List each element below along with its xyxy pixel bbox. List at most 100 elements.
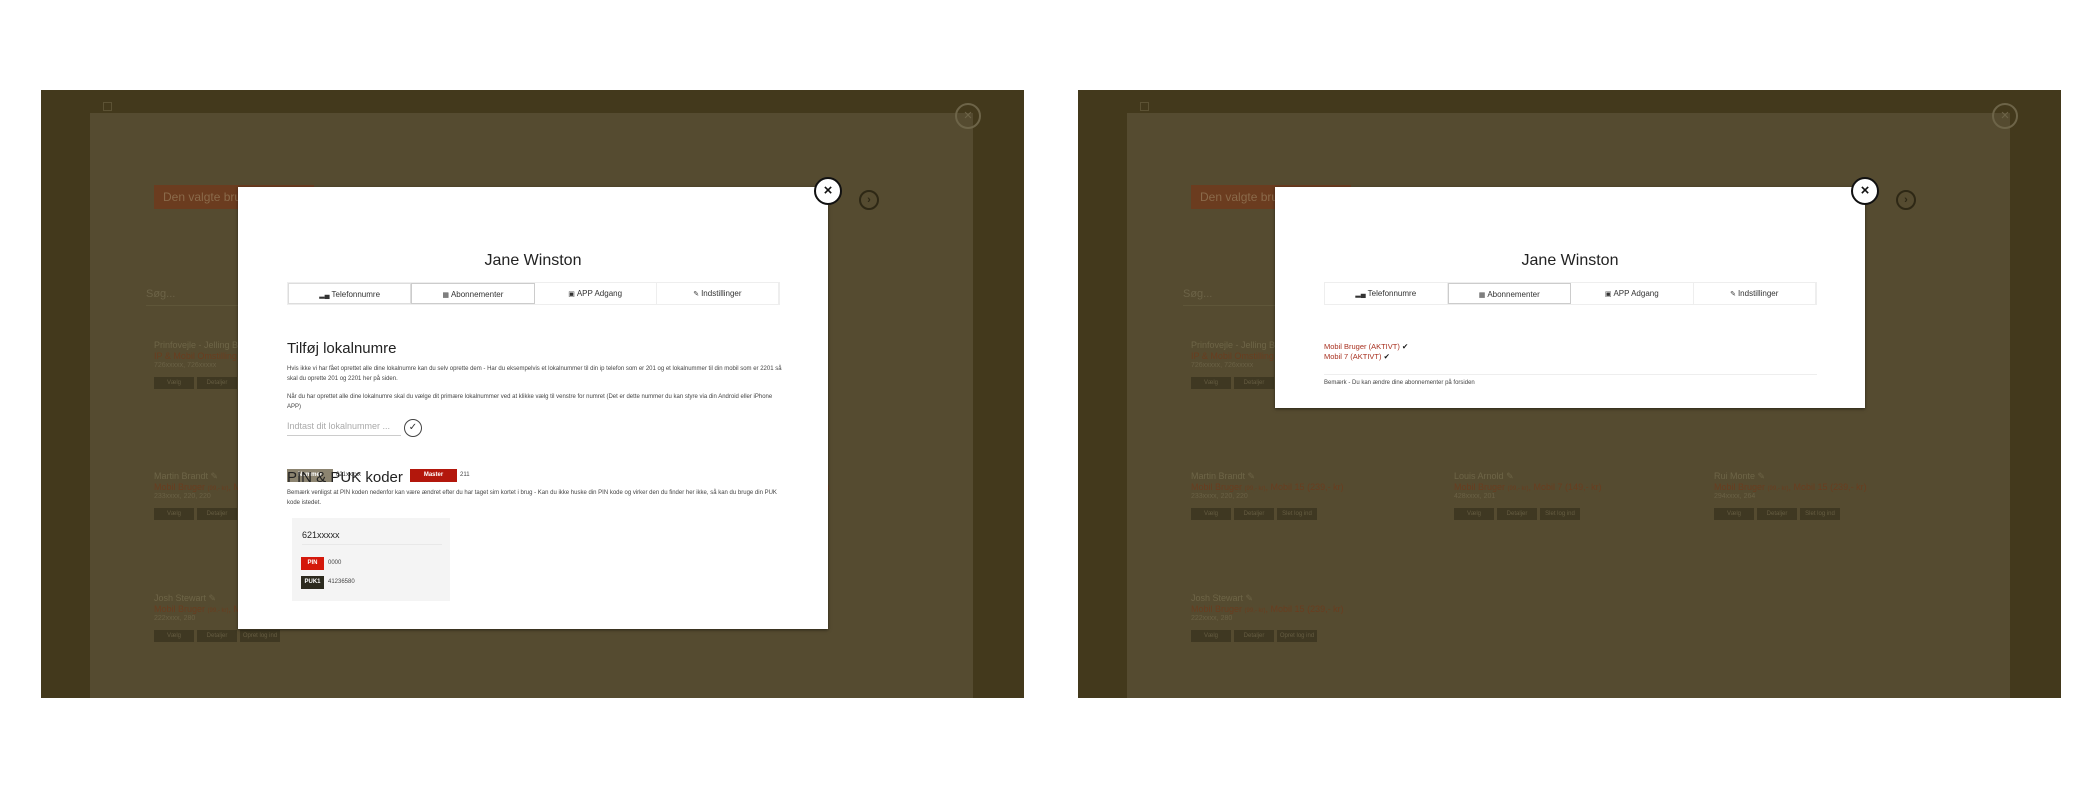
tab-label: APP Adgang [1613, 289, 1659, 298]
tab-telefonnumre[interactable]: ▂▄ Telefonnumre [1325, 283, 1448, 304]
subscription-name: Mobil Bruger [1714, 482, 1766, 492]
qr-icon: ▣ [1604, 291, 1612, 298]
subscription-item: Mobil Bruger (AKTIVT) ✔ [1324, 342, 1408, 352]
card-button[interactable]: Detaljer [1234, 630, 1274, 642]
menu-icon [103, 102, 112, 111]
user-card: Martin Brandt ✎ Mobil Bruger (99,- kr), … [1191, 471, 1431, 520]
page-close-button[interactable]: × [955, 103, 981, 129]
tab-abonnementer[interactable]: ▦ Abonnementer [411, 283, 535, 304]
check-icon: ✔ [1401, 342, 1409, 351]
subscriptions-note: Bemærk - Du kan ændre dine abonnementer … [1324, 380, 1475, 386]
card-button[interactable]: Vælg [1191, 630, 1231, 642]
card-button[interactable]: Detaljer [1234, 508, 1274, 520]
tab-telefonnumre[interactable]: ▂▄ Telefonnumre [288, 283, 412, 304]
card-button[interactable]: Vælg [1714, 508, 1754, 520]
next-arrow-icon[interactable]: › [1896, 190, 1916, 210]
tab-bar: ▂▄ Telefonnumre ▦ Abonnementer ▣ APP Adgang… [1324, 282, 1817, 305]
add-extension-text-1: Hvis ikke vi har fået oprettet alle dine… [287, 366, 782, 382]
master-badge[interactable]: Master [410, 469, 457, 482]
pin-badge: PIN [301, 557, 324, 570]
edit-icon[interactable]: ✎ [1506, 471, 1514, 481]
subscription-label: Mobil Bruger (AKTIVT) [1324, 342, 1400, 351]
confirm-check-icon[interactable]: ✓ [404, 419, 422, 437]
user-card: Rui Monte ✎ Mobil Bruger (99,- kr), Mobi… [1714, 471, 1954, 520]
card-button[interactable]: Detaljer [197, 377, 237, 389]
card-button[interactable]: Detaljer [1757, 508, 1797, 520]
card-button[interactable]: Slet log ind [1277, 508, 1317, 520]
sim-number: 621xxxxx [302, 530, 442, 545]
card-button[interactable]: Slet log ind [1800, 508, 1840, 520]
subscription-name: IP & Mobil Omstilling [154, 351, 237, 361]
card-button[interactable]: Vælg [154, 377, 194, 389]
card-button[interactable]: Vælg [154, 630, 194, 642]
subscription-extra: , Mobil 15 (239,- kr) [1265, 482, 1344, 492]
edit-icon[interactable]: ✎ [1758, 471, 1766, 481]
card-button[interactable]: Detaljer [1497, 508, 1537, 520]
user-numbers: 428xxxx, 201 [1454, 493, 1496, 500]
user-modal-subscriptions: × Jane Winston ▂▄ Telefonnumre ▦ Abonnemen… [1275, 177, 1879, 408]
tab-indstillinger[interactable]: ✎ Indstillinger [1694, 283, 1816, 304]
close-icon[interactable]: × [1851, 177, 1879, 205]
wrench-icon: ✎ [693, 291, 700, 298]
card-button[interactable]: Vælg [1191, 508, 1231, 520]
subscription-name: Mobil Bruger [1454, 482, 1506, 492]
edit-icon[interactable]: ✎ [1248, 471, 1256, 481]
next-arrow-icon[interactable]: › [859, 190, 879, 210]
user-name: Louis Arnold ✎ [1454, 471, 1694, 482]
user-subscriptions: Mobil Bruger (99,- kr), Mobil 15 (239,- … [1191, 604, 1431, 615]
user-subscriptions: Mobil Bruger (99,- kr), Mobil 15 (239,- … [1714, 482, 1954, 493]
tab-indstillinger[interactable]: ✎ Indstillinger [657, 283, 779, 304]
wrench-icon: ✎ [1730, 291, 1736, 298]
card-button[interactable]: Detaljer [197, 508, 237, 520]
page-close-button[interactable]: × [1992, 103, 2018, 129]
card-button[interactable]: Opret log ind [240, 630, 280, 642]
calendar-icon: ▦ [442, 292, 449, 299]
subscription-name: Mobil Bruger [1191, 604, 1243, 614]
modal-title: Jane Winston [1521, 252, 1619, 269]
user-name-text: Josh Stewart [154, 593, 207, 603]
subscription-extra: , Mobil 7 (149,- kr) [1528, 482, 1602, 492]
card-button[interactable]: Vælg [1191, 377, 1231, 389]
subscription-extra: , Mobil 15 (239,- kr) [1788, 482, 1867, 492]
user-name: Martin Brandt ✎ [1191, 471, 1431, 482]
subscription-name: Mobil Bruger [1191, 482, 1243, 492]
user-numbers: 294xxxx, 264 [1714, 493, 1756, 500]
subscription-label: Mobil 7 (AKTIVT) [1324, 352, 1382, 361]
user-name-text: Josh Stewart [1191, 593, 1244, 603]
tab-abonnementer[interactable]: ▦ Abonnementer [1447, 283, 1571, 304]
subscription-price: (99,- kr) [207, 486, 229, 492]
subscription-extra: , Mobil 15 (239,- kr) [1265, 604, 1344, 614]
user-name-text: Martin Brandt [1191, 471, 1246, 481]
card-button[interactable]: Slet log ind [1540, 508, 1580, 520]
user-name: Josh Stewart ✎ [1191, 593, 1431, 604]
user-subscriptions: Mobil Bruger (99,- kr), Mobil 15 (239,- … [1191, 482, 1431, 493]
tab-label: Abonnementer [450, 290, 504, 299]
card-button[interactable]: Detaljer [197, 630, 237, 642]
user-name: Rui Monte ✎ [1714, 471, 1954, 482]
subscription-item: Mobil 7 (AKTIVT) ✔ [1324, 352, 1408, 362]
card-button[interactable]: Vælg [1454, 508, 1494, 520]
user-card: Louis Arnold ✎ Mobil Bruger (99,- kr), M… [1454, 471, 1694, 520]
card-button[interactable]: Vælg [154, 508, 194, 520]
tab-label: APP Adgang [576, 289, 623, 298]
user-modal-phone-numbers: × Jane Winston ▂▄ Telefonnumre ▦ Abonnemen… [238, 177, 842, 629]
edit-icon[interactable]: ✎ [211, 471, 219, 481]
sim-card-box: 621xxxxx PIN 0000 PUK1 41236580 [292, 518, 450, 601]
edit-icon[interactable]: ✎ [209, 593, 217, 603]
puk-badge: PUK1 [301, 576, 324, 589]
edit-icon[interactable]: ✎ [1246, 593, 1254, 603]
tab-label: Telefonnumre [1367, 289, 1417, 298]
card-button[interactable]: Opret log ind [1277, 630, 1317, 642]
close-icon[interactable]: × [814, 177, 842, 205]
subscription-price: (99,- kr) [1244, 486, 1266, 492]
subscription-name: Mobil Bruger [154, 604, 206, 614]
subscription-price: (99,- kr) [1507, 486, 1529, 492]
card-button[interactable]: Detaljer [1234, 377, 1274, 389]
tab-label: Indstillinger [701, 289, 742, 298]
user-numbers: 233xxxx, 220, 220 [1191, 493, 1248, 500]
tab-app-adgang[interactable]: ▣ APP Adgang [535, 283, 657, 304]
extension-input[interactable]: Indtast dit lokalnummer ... [287, 421, 401, 436]
tab-app-adgang[interactable]: ▣ APP Adgang [1571, 283, 1694, 304]
user-subscriptions: Mobil Bruger (99,- kr), Mobil 7 (149,- k… [1454, 482, 1694, 493]
tab-label: Indstillinger [1737, 289, 1779, 298]
